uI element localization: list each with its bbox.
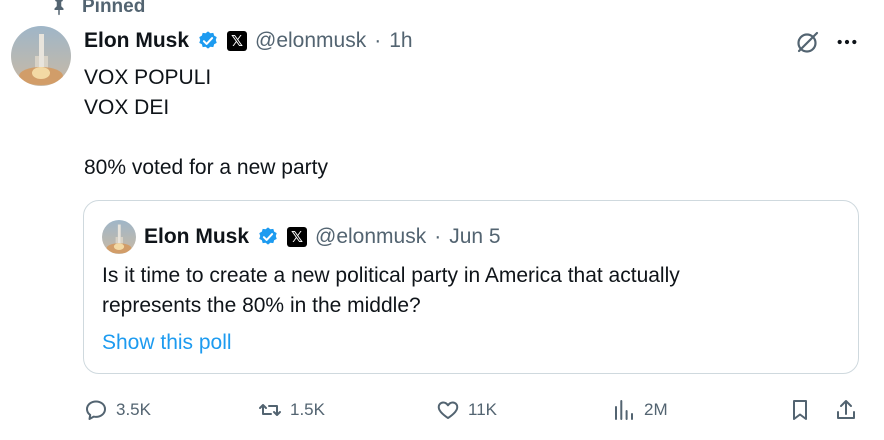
bookmark-icon <box>793 400 807 420</box>
author-name[interactable]: Elon Musk <box>84 29 189 53</box>
views-chart-icon <box>615 400 633 420</box>
grok-icon[interactable] <box>795 29 821 55</box>
reply-button[interactable]: 3.5K <box>84 394 151 426</box>
quoted-author-handle[interactable]: @elonmusk <box>315 225 426 249</box>
show-poll-link[interactable]: Show this poll <box>102 328 232 358</box>
verified-badge-icon[interactable] <box>197 30 219 52</box>
tweet-text-line: VOX DEI <box>84 96 170 119</box>
quoted-author-avatar[interactable] <box>102 220 136 254</box>
repost-icon <box>259 404 281 416</box>
tweet-text-line: VOX POPULI <box>84 66 212 89</box>
pin-icon <box>54 0 64 16</box>
separator-dot: · <box>434 225 442 248</box>
quoted-text-line: represents the 80% in the middle? <box>102 294 421 317</box>
affiliation-x-badge[interactable]: 𝕏 <box>287 227 308 247</box>
verified-badge-icon[interactable] <box>257 226 279 248</box>
quoted-tweet-text: Is it time to create a new political par… <box>102 261 842 321</box>
pinned-indicator: Pinned <box>50 0 145 18</box>
share-button[interactable] <box>834 394 858 426</box>
share-icon <box>837 400 855 419</box>
tweet-header: Elon Musk 𝕏 @elonmusk · 1h <box>84 26 413 56</box>
pinned-label: Pinned <box>82 0 146 17</box>
quoted-tweet-header: Elon Musk 𝕏 @elonmusk · Jun 5 <box>102 220 501 254</box>
quoted-tweet-timestamp[interactable]: Jun 5 <box>449 225 500 249</box>
repost-button[interactable]: 1.5K <box>258 394 325 426</box>
tweet-timestamp[interactable]: 1h <box>389 29 412 53</box>
affiliation-x-badge[interactable]: 𝕏 <box>227 31 248 51</box>
heart-icon <box>437 401 459 419</box>
views-button[interactable]: 2M <box>612 394 668 426</box>
separator-dot: · <box>374 29 382 52</box>
more-icon[interactable] <box>834 30 860 54</box>
tweet-action-bar: 3.5K 1.5K 11K 2M <box>0 394 884 426</box>
reply-count: 3.5K <box>116 400 151 419</box>
author-handle[interactable]: @elonmusk <box>255 29 366 53</box>
quoted-author-name[interactable]: Elon Musk <box>144 225 249 249</box>
bookmark-button[interactable] <box>788 394 812 426</box>
tweet-text-line <box>84 123 328 153</box>
tweet-text: VOX POPULI VOX DEI 80% voted for a new p… <box>84 63 328 183</box>
author-avatar[interactable] <box>11 26 71 86</box>
like-count: 11K <box>468 400 497 419</box>
reply-icon <box>86 400 106 420</box>
quoted-text-line: Is it time to create a new political par… <box>102 264 680 287</box>
quoted-tweet-card[interactable]: Elon Musk 𝕏 @elonmusk · Jun 5 Is it time… <box>83 200 859 374</box>
view-count: 2M <box>644 400 668 419</box>
tweet-text-line: 80% voted for a new party <box>84 156 328 179</box>
like-button[interactable]: 11K <box>436 394 497 426</box>
repost-count: 1.5K <box>290 400 325 419</box>
